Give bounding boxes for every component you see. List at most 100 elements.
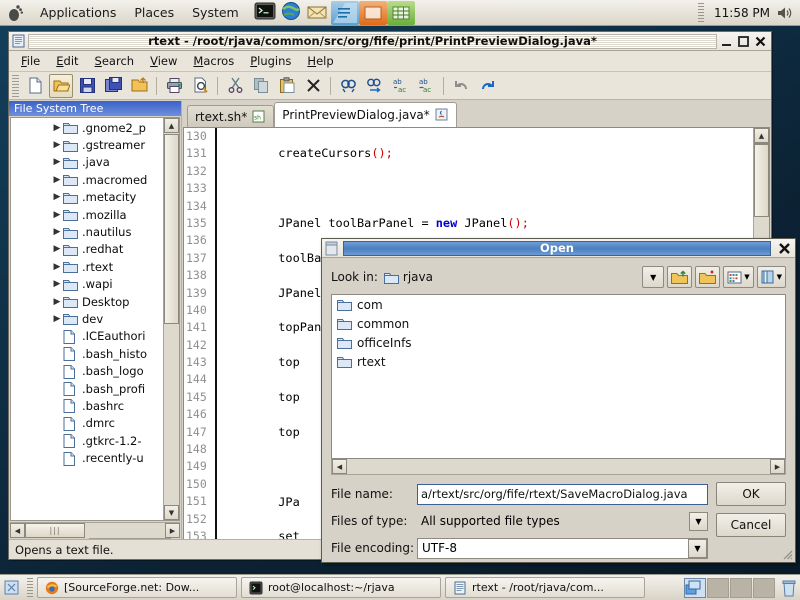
menu-help[interactable]: Help <box>299 51 341 71</box>
find-icon[interactable] <box>336 74 360 98</box>
undo-icon[interactable] <box>449 74 473 98</box>
openoffice-impress-icon[interactable] <box>359 1 387 25</box>
tree-node[interactable]: ▶ .redhat <box>11 241 163 258</box>
replace-icon[interactable]: ab ac <box>388 74 412 98</box>
menu-system[interactable]: System <box>183 2 248 23</box>
scroll-up-arrow[interactable]: ▲ <box>164 118 179 133</box>
workspace-2[interactable] <box>707 578 729 598</box>
scroll-up-arrow[interactable]: ▲ <box>754 128 769 143</box>
clock[interactable]: 11:58 PM <box>708 4 776 22</box>
scroll-thumb[interactable] <box>164 134 179 324</box>
email-icon[interactable] <box>306 1 330 25</box>
menu-macros[interactable]: Macros <box>185 51 242 71</box>
tree-node[interactable]: ▶ .metacity <box>11 189 163 206</box>
workspace-4[interactable] <box>753 578 775 598</box>
tree-node[interactable]: ▶ .gnome2_p <box>11 119 163 136</box>
file-list-horizontal-scrollbar[interactable]: ◀ ▶ <box>331 459 786 475</box>
dialog-titlebar[interactable]: Open <box>322 239 795 258</box>
scroll-right-arrow[interactable]: ▶ <box>770 459 785 474</box>
trash-icon[interactable] <box>781 579 797 597</box>
scroll-thumb[interactable]: ||| <box>25 523 85 538</box>
new-folder-button[interactable] <box>695 266 720 288</box>
expand-arrow-icon[interactable]: ▶ <box>51 192 63 202</box>
tree-node[interactable]: .dmrc <box>11 415 163 432</box>
chevron-down-icon[interactable]: ▼ <box>688 539 707 558</box>
file-list-item[interactable]: rtext <box>332 352 785 371</box>
toolbar-grip[interactable] <box>12 75 19 97</box>
task-button-terminal[interactable]: root@localhost:~/rjava <box>241 577 441 598</box>
tree-node[interactable]: .bash_histo <box>11 345 163 362</box>
close-button[interactable] <box>753 34 768 49</box>
tree-node[interactable]: ▶ .wapi <box>11 276 163 293</box>
editor-tab-rtext-sh[interactable]: rtext.sh* sh <box>187 105 274 127</box>
file-list-item[interactable]: officeInfs <box>332 333 785 352</box>
menu-search[interactable]: Search <box>87 51 143 71</box>
expand-arrow-icon[interactable]: ▶ <box>51 244 63 254</box>
openoffice-calc-icon[interactable] <box>387 1 415 25</box>
menu-applications[interactable]: Applications <box>31 2 125 23</box>
print-icon[interactable] <box>162 74 186 98</box>
file-list-item[interactable]: com <box>332 295 785 314</box>
files-of-type-combo[interactable]: All supported file types ▼ <box>417 511 708 532</box>
tree-node[interactable]: .ICEauthori <box>11 328 163 345</box>
file-name-input[interactable]: a/rtext/src/org/fife/rtext/SaveMacroDial… <box>417 484 708 505</box>
minimize-button[interactable] <box>719 34 734 49</box>
look-in-combo[interactable]: rjava <box>384 270 433 284</box>
expand-arrow-icon[interactable]: ▶ <box>51 279 63 289</box>
workspace-3[interactable] <box>730 578 752 598</box>
tree-node[interactable]: ▶ .mozilla <box>11 206 163 223</box>
openoffice-writer-icon[interactable] <box>331 1 359 25</box>
expand-arrow-icon[interactable]: ▶ <box>51 175 63 185</box>
volume-icon[interactable] <box>776 5 794 21</box>
tree-node[interactable]: ▶ Desktop <box>11 293 163 310</box>
ok-button[interactable]: OK <box>716 482 786 506</box>
cancel-button[interactable]: Cancel <box>716 513 786 537</box>
expand-arrow-icon[interactable]: ▶ <box>51 227 63 237</box>
tree-horizontal-scrollbar[interactable]: ◀ ||| ▶ <box>10 522 180 538</box>
file-encoding-combo[interactable]: UTF-8 ▼ <box>417 538 708 559</box>
expand-arrow-icon[interactable]: ▶ <box>51 210 63 220</box>
file-list-item[interactable]: common <box>332 314 785 333</box>
expand-arrow-icon[interactable]: ▶ <box>51 297 63 307</box>
expand-arrow-icon[interactable]: ▶ <box>51 123 63 133</box>
expand-arrow-icon[interactable]: ▶ <box>51 314 63 324</box>
show-desktop-icon[interactable] <box>3 579 20 596</box>
expand-arrow-icon[interactable]: ▶ <box>51 157 63 167</box>
expand-arrow-icon[interactable]: ▶ <box>51 262 63 272</box>
list-view-button[interactable]: ▼ <box>757 266 786 288</box>
terminal-icon[interactable] <box>254 1 278 25</box>
scroll-left-arrow[interactable]: ◀ <box>332 459 347 474</box>
menu-places[interactable]: Places <box>125 2 183 23</box>
scroll-right-arrow[interactable]: ▶ <box>165 523 180 538</box>
cut-icon[interactable] <box>223 74 247 98</box>
editor-tab-printpreviewdialog-java[interactable]: PrintPreviewDialog.java* <box>274 102 457 127</box>
save-all-icon[interactable] <box>127 74 151 98</box>
workspace-1[interactable] <box>684 578 706 598</box>
taskbar-grip[interactable] <box>27 578 33 598</box>
tree-node[interactable]: .recently-u <box>11 449 163 466</box>
dialog-close-button[interactable] <box>777 241 792 256</box>
redo-icon[interactable] <box>475 74 499 98</box>
menu-view[interactable]: View <box>142 51 185 71</box>
tree-node[interactable]: ▶ .java <box>11 154 163 171</box>
open-file-icon[interactable] <box>49 74 73 98</box>
paste-icon[interactable] <box>275 74 299 98</box>
tree-node[interactable]: .gtkrc-1.2- <box>11 432 163 449</box>
maximize-button[interactable] <box>736 34 751 49</box>
up-one-level-button[interactable] <box>667 266 692 288</box>
resize-grip[interactable] <box>781 548 793 560</box>
tree-node[interactable]: ▶ .gstreamer <box>11 136 163 153</box>
save-as-icon[interactable] <box>101 74 125 98</box>
delete-icon[interactable] <box>301 74 325 98</box>
details-view-button[interactable]: ▼ <box>723 266 753 288</box>
file-list[interactable]: com common officeInfs <box>331 294 786 459</box>
task-button-rtext[interactable]: rtext - /root/rjava/com... <box>445 577 645 598</box>
tree-node[interactable]: .bashrc <box>11 397 163 414</box>
tree-node[interactable]: ▶ dev <box>11 310 163 327</box>
task-button-firefox[interactable]: [SourceForge.net: Dow... <box>37 577 237 598</box>
tree-node[interactable]: ▶ .macromed <box>11 171 163 188</box>
new-file-icon[interactable] <box>23 74 47 98</box>
scroll-down-arrow[interactable]: ▼ <box>164 505 179 520</box>
copy-icon[interactable] <box>249 74 273 98</box>
tree-node[interactable]: ▶ .nautilus <box>11 223 163 240</box>
